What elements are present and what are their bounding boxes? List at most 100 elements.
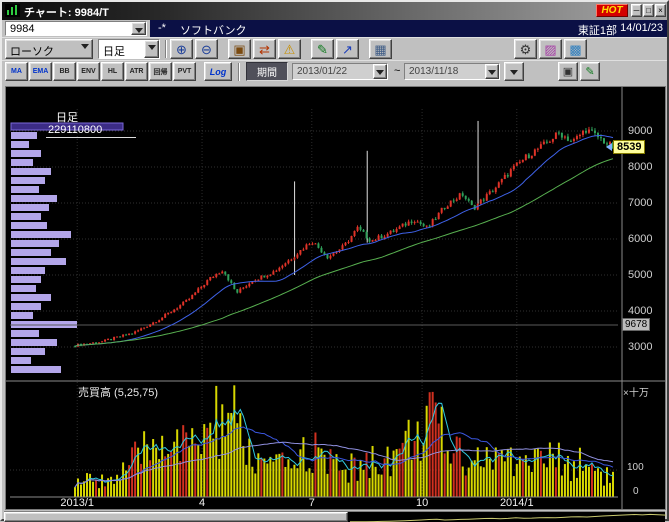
draw-icon: ✎ <box>317 42 328 57</box>
market-label: 東証1部 <box>578 22 617 38</box>
volume-readout: 229110800 <box>46 124 136 138</box>
trendline-button[interactable]: ↗ <box>336 39 359 59</box>
base-price-label: 9678 <box>622 318 650 331</box>
chevron-down-icon[interactable] <box>77 40 92 53</box>
chart-type-combobox[interactable]: ローソク <box>5 39 93 59</box>
chart-window: { "window": { "title": "チャート: 9984/T", "… <box>0 0 669 521</box>
apply-icon <box>510 70 518 75</box>
layout-button[interactable]: ▣ <box>558 62 578 81</box>
chevron-down-icon[interactable] <box>485 64 499 79</box>
log-scale-button[interactable]: Log <box>204 62 232 81</box>
capture-icon: ▣ <box>233 42 245 57</box>
chart-type-value: ローソク <box>10 43 54 59</box>
x-axis-label: 2013/1 <box>60 497 94 509</box>
period-button[interactable]: 期間 <box>246 62 288 81</box>
chart-panel[interactable]: 日足 229110800 8539 9678 売買高 (5,25,75) ×十万… <box>5 86 666 510</box>
zoom-out-button[interactable]: ⊖ <box>195 39 218 59</box>
left-arrow-icon <box>606 143 612 151</box>
volume-tick: 0 <box>633 486 639 497</box>
symbol-code-value: 9984 <box>10 23 34 35</box>
indicator-env-toggle[interactable]: ENV <box>77 62 100 81</box>
minimize-button[interactable]: ─ <box>631 4 642 17</box>
horizontal-scrollbar[interactable] <box>4 511 665 522</box>
current-price-callout: 8539 <box>606 140 645 154</box>
indicator-toggles: MAEMABBENVHLATR回帰PVT <box>5 62 196 81</box>
maximize-button[interactable]: □ <box>643 4 654 17</box>
volume-unit-label: ×十万 <box>623 384 649 399</box>
palette-button[interactable]: ▨ <box>539 39 562 59</box>
price-tick: 4000 <box>628 305 652 317</box>
pane-label: 日足 <box>56 109 78 125</box>
toolbar-icons: ⊕ ⊖ ▣ ⇄ ⚠ ✎ ↗ ▦ <box>170 39 392 59</box>
indicator-ema-toggle[interactable]: EMA <box>29 62 52 81</box>
app-icon <box>5 4 20 17</box>
edit-style-icon: ✎ <box>585 66 594 78</box>
trendline-icon: ↗ <box>342 42 353 57</box>
period-to-field[interactable]: 2013/11/18 <box>404 63 500 80</box>
hot-badge: HOT <box>596 4 628 17</box>
window-title: チャート: 9984/T <box>24 4 109 20</box>
palette-icon: ▨ <box>544 42 556 57</box>
zoom-in-button[interactable]: ⊕ <box>170 39 193 59</box>
styles-button[interactable]: ▩ <box>564 39 587 59</box>
refresh-icon: ⇄ <box>259 42 270 57</box>
period-apply-button[interactable] <box>504 62 524 81</box>
price-tick: 6000 <box>628 233 652 245</box>
indicator-bb-toggle[interactable]: BB <box>53 62 76 81</box>
capture-button[interactable]: ▣ <box>228 39 251 59</box>
toolbar-separator <box>238 63 240 81</box>
refresh-button[interactable]: ⇄ <box>253 39 276 59</box>
chart-canvas <box>6 87 665 509</box>
x-axis-label: 4 <box>199 497 205 509</box>
indicator-atr-toggle[interactable]: ATR <box>125 62 148 81</box>
layout-icon: ▣ <box>563 66 573 78</box>
chevron-down-icon[interactable] <box>373 64 387 79</box>
zoom-in-icon: ⊕ <box>176 42 187 57</box>
chevron-down-icon[interactable] <box>131 22 146 35</box>
price-tick: 3000 <box>628 341 652 353</box>
chevron-down-icon[interactable] <box>144 40 159 58</box>
date-label: 14/01/23 <box>620 22 663 34</box>
price-tick: 8000 <box>628 161 652 173</box>
styles-icon: ▩ <box>569 42 581 57</box>
period-from-value: 2013/01/22 <box>297 66 347 77</box>
grid-view-icon: ▦ <box>374 42 386 57</box>
price-tick: 5000 <box>628 269 652 281</box>
symbol-name: ソフトバンク <box>180 22 247 38</box>
symbol-info-strip: -* ソフトバンク 東証1部 14/01/23 <box>150 20 667 37</box>
indicator-pvt-toggle[interactable]: PVT <box>173 62 196 81</box>
x-axis-label: 10 <box>416 497 428 509</box>
timeframe-combobox[interactable]: 日足 <box>98 39 160 59</box>
symbol-bar: 9984 -* ソフトバンク 東証1部 14/01/23 <box>2 20 667 37</box>
settings-icon: ⚙ <box>520 42 532 57</box>
period-from-field[interactable]: 2013/01/22 <box>292 63 388 80</box>
current-price-value: 8539 <box>613 140 645 154</box>
indicator-ma-toggle[interactable]: MA <box>5 62 28 81</box>
draw-button[interactable]: ✎ <box>311 39 334 59</box>
zoom-out-icon: ⊖ <box>201 42 212 57</box>
price-tick: 9000 <box>628 125 652 137</box>
main-toolbar: ローソク 日足 ⊕ ⊖ ▣ ⇄ ⚠ ✎ ↗ ▦ ⚙ ▨ ▩ <box>2 37 667 60</box>
x-axis-label: 7 <box>309 497 315 509</box>
period-to-value: 2013/11/18 <box>409 66 458 77</box>
indicator-toolbar: MAEMABBENVHLATR回帰PVT Log 期間 2013/01/22 ~… <box>2 60 667 83</box>
toolbar-separator <box>165 40 167 58</box>
edit-style-button[interactable]: ✎ <box>580 62 600 81</box>
indicator-kaiki-toggle[interactable]: 回帰 <box>149 62 172 81</box>
settings-button[interactable]: ⚙ <box>514 39 537 59</box>
volume-tick: 100 <box>627 462 644 473</box>
symbol-marker: -* <box>158 22 166 34</box>
timeframe-value: 日足 <box>103 43 125 59</box>
toolbar2-extra-icons: ▣✎ <box>558 62 600 81</box>
close-button[interactable]: × <box>655 4 666 17</box>
indicator-hl-toggle[interactable]: HL <box>101 62 124 81</box>
volume-pane-label: 売買高 (5,25,75) <box>78 384 158 400</box>
toolbar-right-icons: ⚙ ▨ ▩ <box>514 39 587 59</box>
symbol-code-combobox[interactable]: 9984 <box>5 21 147 36</box>
alert-icon: ⚠ <box>284 42 296 57</box>
grid-view-button[interactable]: ▦ <box>369 39 392 59</box>
titlebar: チャート: 9984/T HOT ─ □ × <box>2 2 667 20</box>
period-separator-label: ~ <box>394 65 400 77</box>
x-axis-label: 2014/1 <box>500 497 534 509</box>
alert-button[interactable]: ⚠ <box>278 39 301 59</box>
